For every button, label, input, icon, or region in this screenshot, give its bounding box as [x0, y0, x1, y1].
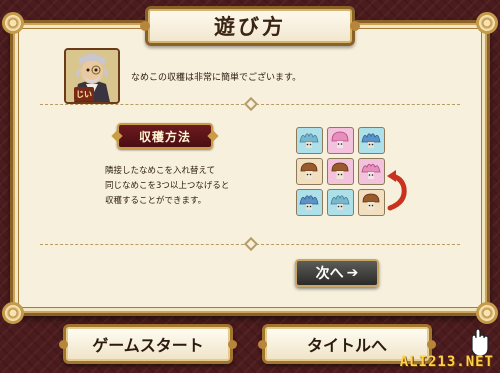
section-description: 隣接したなめこを入れ替えて 同じなめこを3つ以上つなげると 収穫することができま… — [105, 164, 229, 209]
corner-ornament — [2, 302, 24, 324]
description-line: 隣接したなめこを入れ替えて — [105, 166, 216, 176]
corner-ornament — [2, 12, 24, 34]
description-line: 収穫することができます。 — [105, 196, 207, 206]
pink-frilly-nameko-icon — [358, 158, 385, 185]
watermark: ALI213.NET — [399, 354, 494, 370]
corner-ornament — [476, 302, 498, 324]
character-name-label: じい — [74, 87, 94, 101]
page-title: 遊び方 — [214, 14, 286, 39]
divider — [40, 236, 460, 252]
corner-ornament — [476, 12, 498, 34]
puzzle-grid — [296, 127, 386, 217]
to-title-label: タイトルへ — [306, 336, 387, 355]
section-label: 収穫方法 — [117, 123, 213, 149]
brown-nameko-icon — [358, 189, 385, 216]
section-label-text: 収穫方法 — [138, 129, 191, 144]
divider — [40, 96, 460, 112]
arrow-right-icon: ➔ — [346, 265, 359, 281]
brown-nameko-icon — [296, 158, 323, 185]
red-curved-arrow-icon — [387, 170, 407, 211]
blue-frilly-nameko-icon — [358, 127, 385, 154]
character-portrait: じい — [64, 48, 120, 104]
next-button-label: 次へ — [315, 266, 344, 282]
game-start-label: ゲームスタート — [92, 336, 204, 355]
blue-frilly-nameko-icon — [296, 127, 323, 154]
game-start-button[interactable]: ゲームスタート — [59, 324, 237, 364]
pink-frilly-nameko-icon — [327, 127, 354, 154]
intro-text: なめこの収穫は非常に簡単でございます。 — [131, 73, 302, 83]
brown-nameko-icon — [327, 158, 354, 185]
description-line: 同じなめこを3つ以上つなげると — [105, 181, 230, 191]
blue-frilly-nameko-icon — [327, 189, 354, 216]
next-button[interactable]: 次へ ➔ — [295, 259, 379, 287]
blue-frilly-nameko-icon — [296, 189, 323, 216]
page-title-plate: 遊び方 — [140, 6, 360, 46]
